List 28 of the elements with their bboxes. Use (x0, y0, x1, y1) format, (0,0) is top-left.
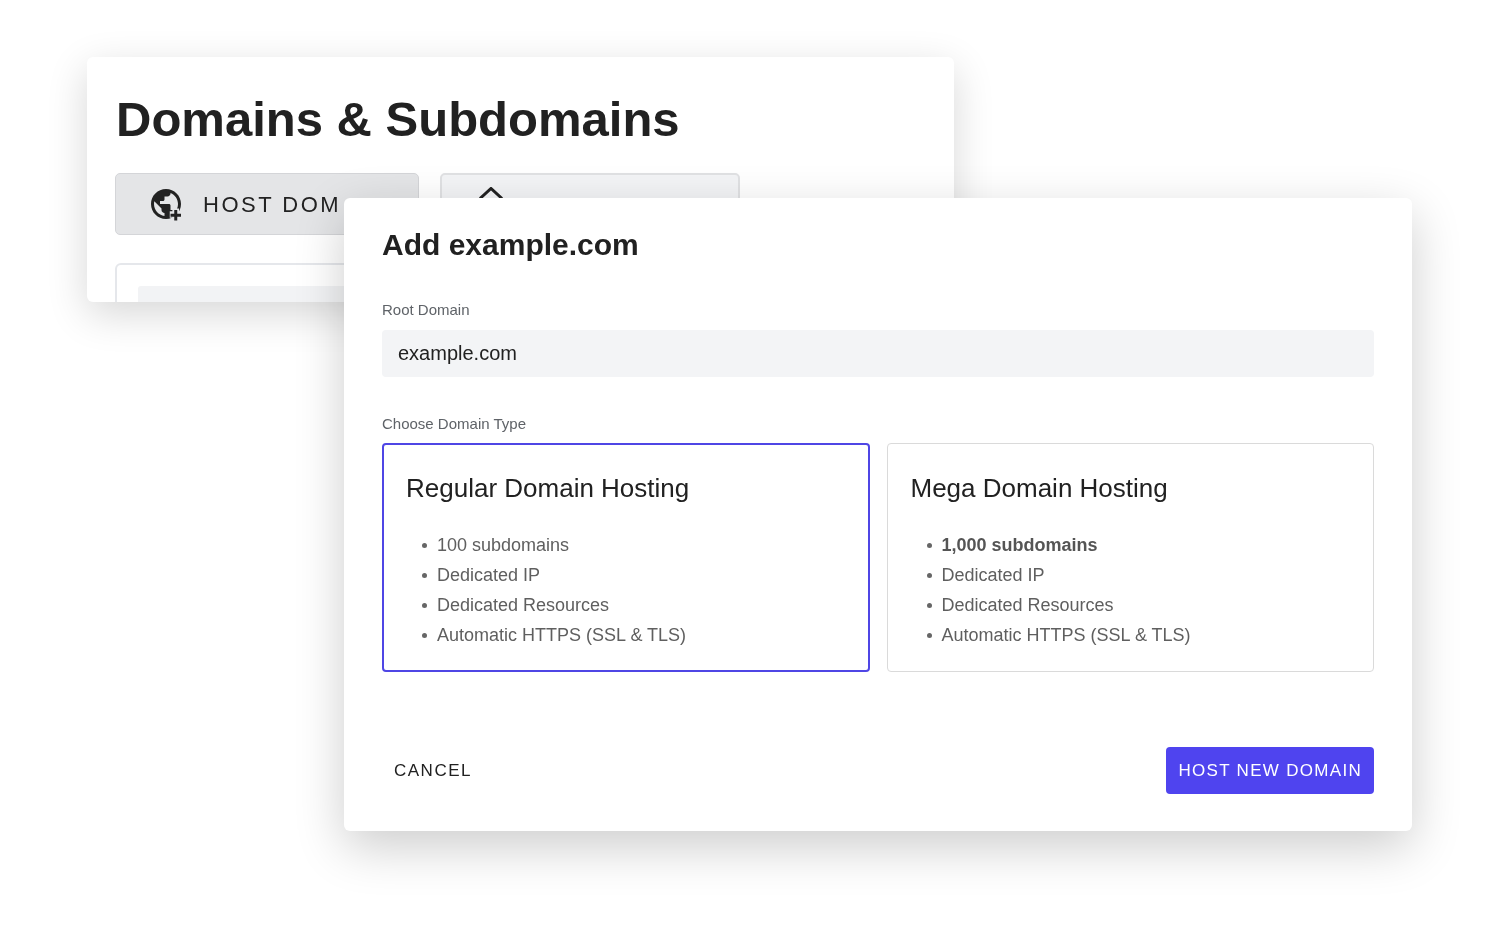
feature-text: Dedicated IP (437, 564, 541, 587)
host-new-domain-button[interactable]: HOST NEW DOMAIN (1166, 747, 1374, 794)
field-label: Root Domain (382, 300, 470, 320)
feature-text: 100 subdomains (437, 534, 570, 557)
bullet-icon (422, 572, 427, 578)
bullet-icon (422, 602, 427, 608)
option-title: Regular Domain Hosting (406, 472, 690, 504)
cancel-button[interactable]: CANCEL (382, 747, 484, 794)
feature-text: Dedicated IP (941, 564, 1045, 587)
hosting-option-card[interactable]: Mega Domain Hosting 1,000 subdomains Dedicated IP Dedicated Resources Automatic HTTPS (SSL & TLS) (886, 443, 1374, 672)
field-label: Choose Domain Type (382, 414, 526, 434)
feature-text: 1,000 subdomains (941, 534, 1098, 557)
bullet-icon (926, 602, 932, 608)
option-title: Mega Domain Hosting (910, 472, 1168, 504)
feature-text: Dedicated Resources (437, 594, 610, 617)
globe-plus-icon (148, 186, 184, 222)
bullet-icon (422, 542, 427, 548)
feature-text: Automatic HTTPS (SSL & TLS) (437, 624, 687, 647)
caret-up-icon (478, 187, 504, 199)
feature-text: Automatic HTTPS (SSL & TLS) (941, 624, 1191, 647)
bullet-icon (926, 542, 932, 548)
page-title: Domains & Subdomains (116, 95, 680, 144)
bullet-icon (926, 572, 932, 578)
hosting-option-card[interactable]: Regular Domain Hosting 100 subdomains Dedicated IP Dedicated Resources Automatic HTTPS (SSL & TLS) (382, 443, 870, 672)
root-domain-field[interactable]: example.com (382, 330, 1374, 377)
feature-text: Dedicated Resources (941, 594, 1114, 617)
bullet-icon (422, 632, 427, 638)
bullet-icon (926, 632, 932, 638)
